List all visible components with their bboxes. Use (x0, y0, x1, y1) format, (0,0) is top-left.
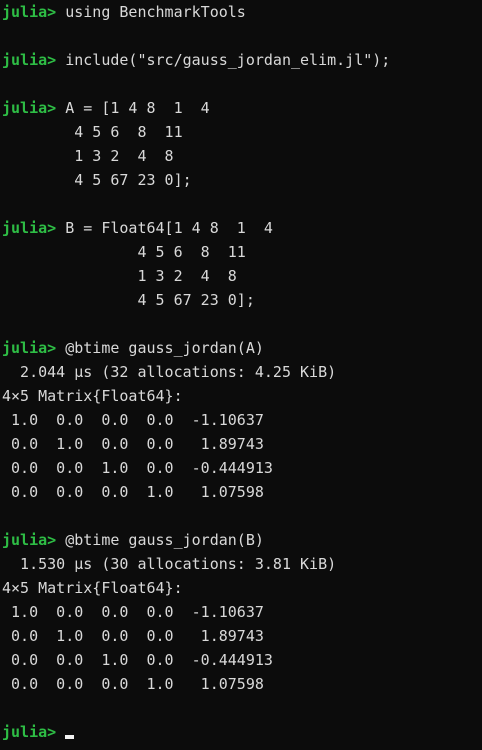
output-line: 2.044 μs (32 allocations: 4.25 KiB) (2, 363, 337, 381)
julia-prompt: julia> (2, 219, 57, 237)
output-line: 4 5 6 8 11 (2, 123, 183, 141)
output-line: 4 5 67 23 0]; (2, 171, 192, 189)
output-line: 0.0 0.0 1.0 0.0 -0.444913 (2, 651, 273, 669)
output-line: 1.0 0.0 0.0 0.0 -1.10637 (2, 603, 264, 621)
command-text: @btime gauss_jordan(B) (56, 531, 264, 549)
input-line: julia> B = Float64[1 4 8 1 4 (0, 216, 482, 240)
command-text: A = [1 4 8 1 4 (56, 99, 210, 117)
output-line: 0.0 0.0 0.0 1.0 1.07598 (2, 675, 264, 693)
output-line: 0.0 1.0 0.0 0.0 1.89743 (2, 435, 264, 453)
text-cursor[interactable] (65, 735, 75, 739)
command-text: B = Float64[1 4 8 1 4 (56, 219, 273, 237)
prompt-spacer (56, 723, 65, 741)
output-line: 4 5 67 23 0]; (2, 291, 255, 309)
julia-prompt: julia> (2, 531, 57, 549)
input-line: julia> A = [1 4 8 1 4 (0, 96, 482, 120)
julia-prompt: julia> (2, 99, 57, 117)
command-text: using BenchmarkTools (56, 3, 246, 21)
input-line: julia> @btime gauss_jordan(A) (0, 336, 482, 360)
input-line: julia> include("src/gauss_jordan_elim.jl… (0, 48, 482, 72)
output-line: 4 5 6 8 11 (2, 243, 246, 261)
output-line: 0.0 1.0 0.0 0.0 1.89743 (2, 627, 264, 645)
command-text: include("src/gauss_jordan_elim.jl"); (56, 51, 391, 69)
active-prompt-line: julia> (0, 720, 482, 744)
output-line: 4×5 Matrix{Float64}: (2, 387, 183, 405)
julia-prompt: julia> (2, 339, 57, 357)
output-line: 1.530 μs (30 allocations: 3.81 KiB) (2, 555, 337, 573)
output-line: 0.0 0.0 0.0 1.0 1.07598 (2, 483, 264, 501)
julia-terminal[interactable]: julia> using BenchmarkTools julia> includ… (0, 0, 482, 750)
input-line: julia> using BenchmarkTools (0, 0, 482, 24)
output-line: 1.0 0.0 0.0 0.0 -1.10637 (2, 411, 264, 429)
julia-prompt: julia> (2, 723, 57, 741)
julia-prompt: julia> (2, 3, 57, 21)
julia-prompt: julia> (2, 51, 57, 69)
command-text: @btime gauss_jordan(A) (56, 339, 264, 357)
output-line: 0.0 0.0 1.0 0.0 -0.444913 (2, 459, 273, 477)
output-line: 1 3 2 4 8 (2, 147, 174, 165)
input-line: julia> @btime gauss_jordan(B) (0, 528, 482, 552)
output-line: 1 3 2 4 8 (2, 267, 237, 285)
output-line: 4×5 Matrix{Float64}: (2, 579, 183, 597)
